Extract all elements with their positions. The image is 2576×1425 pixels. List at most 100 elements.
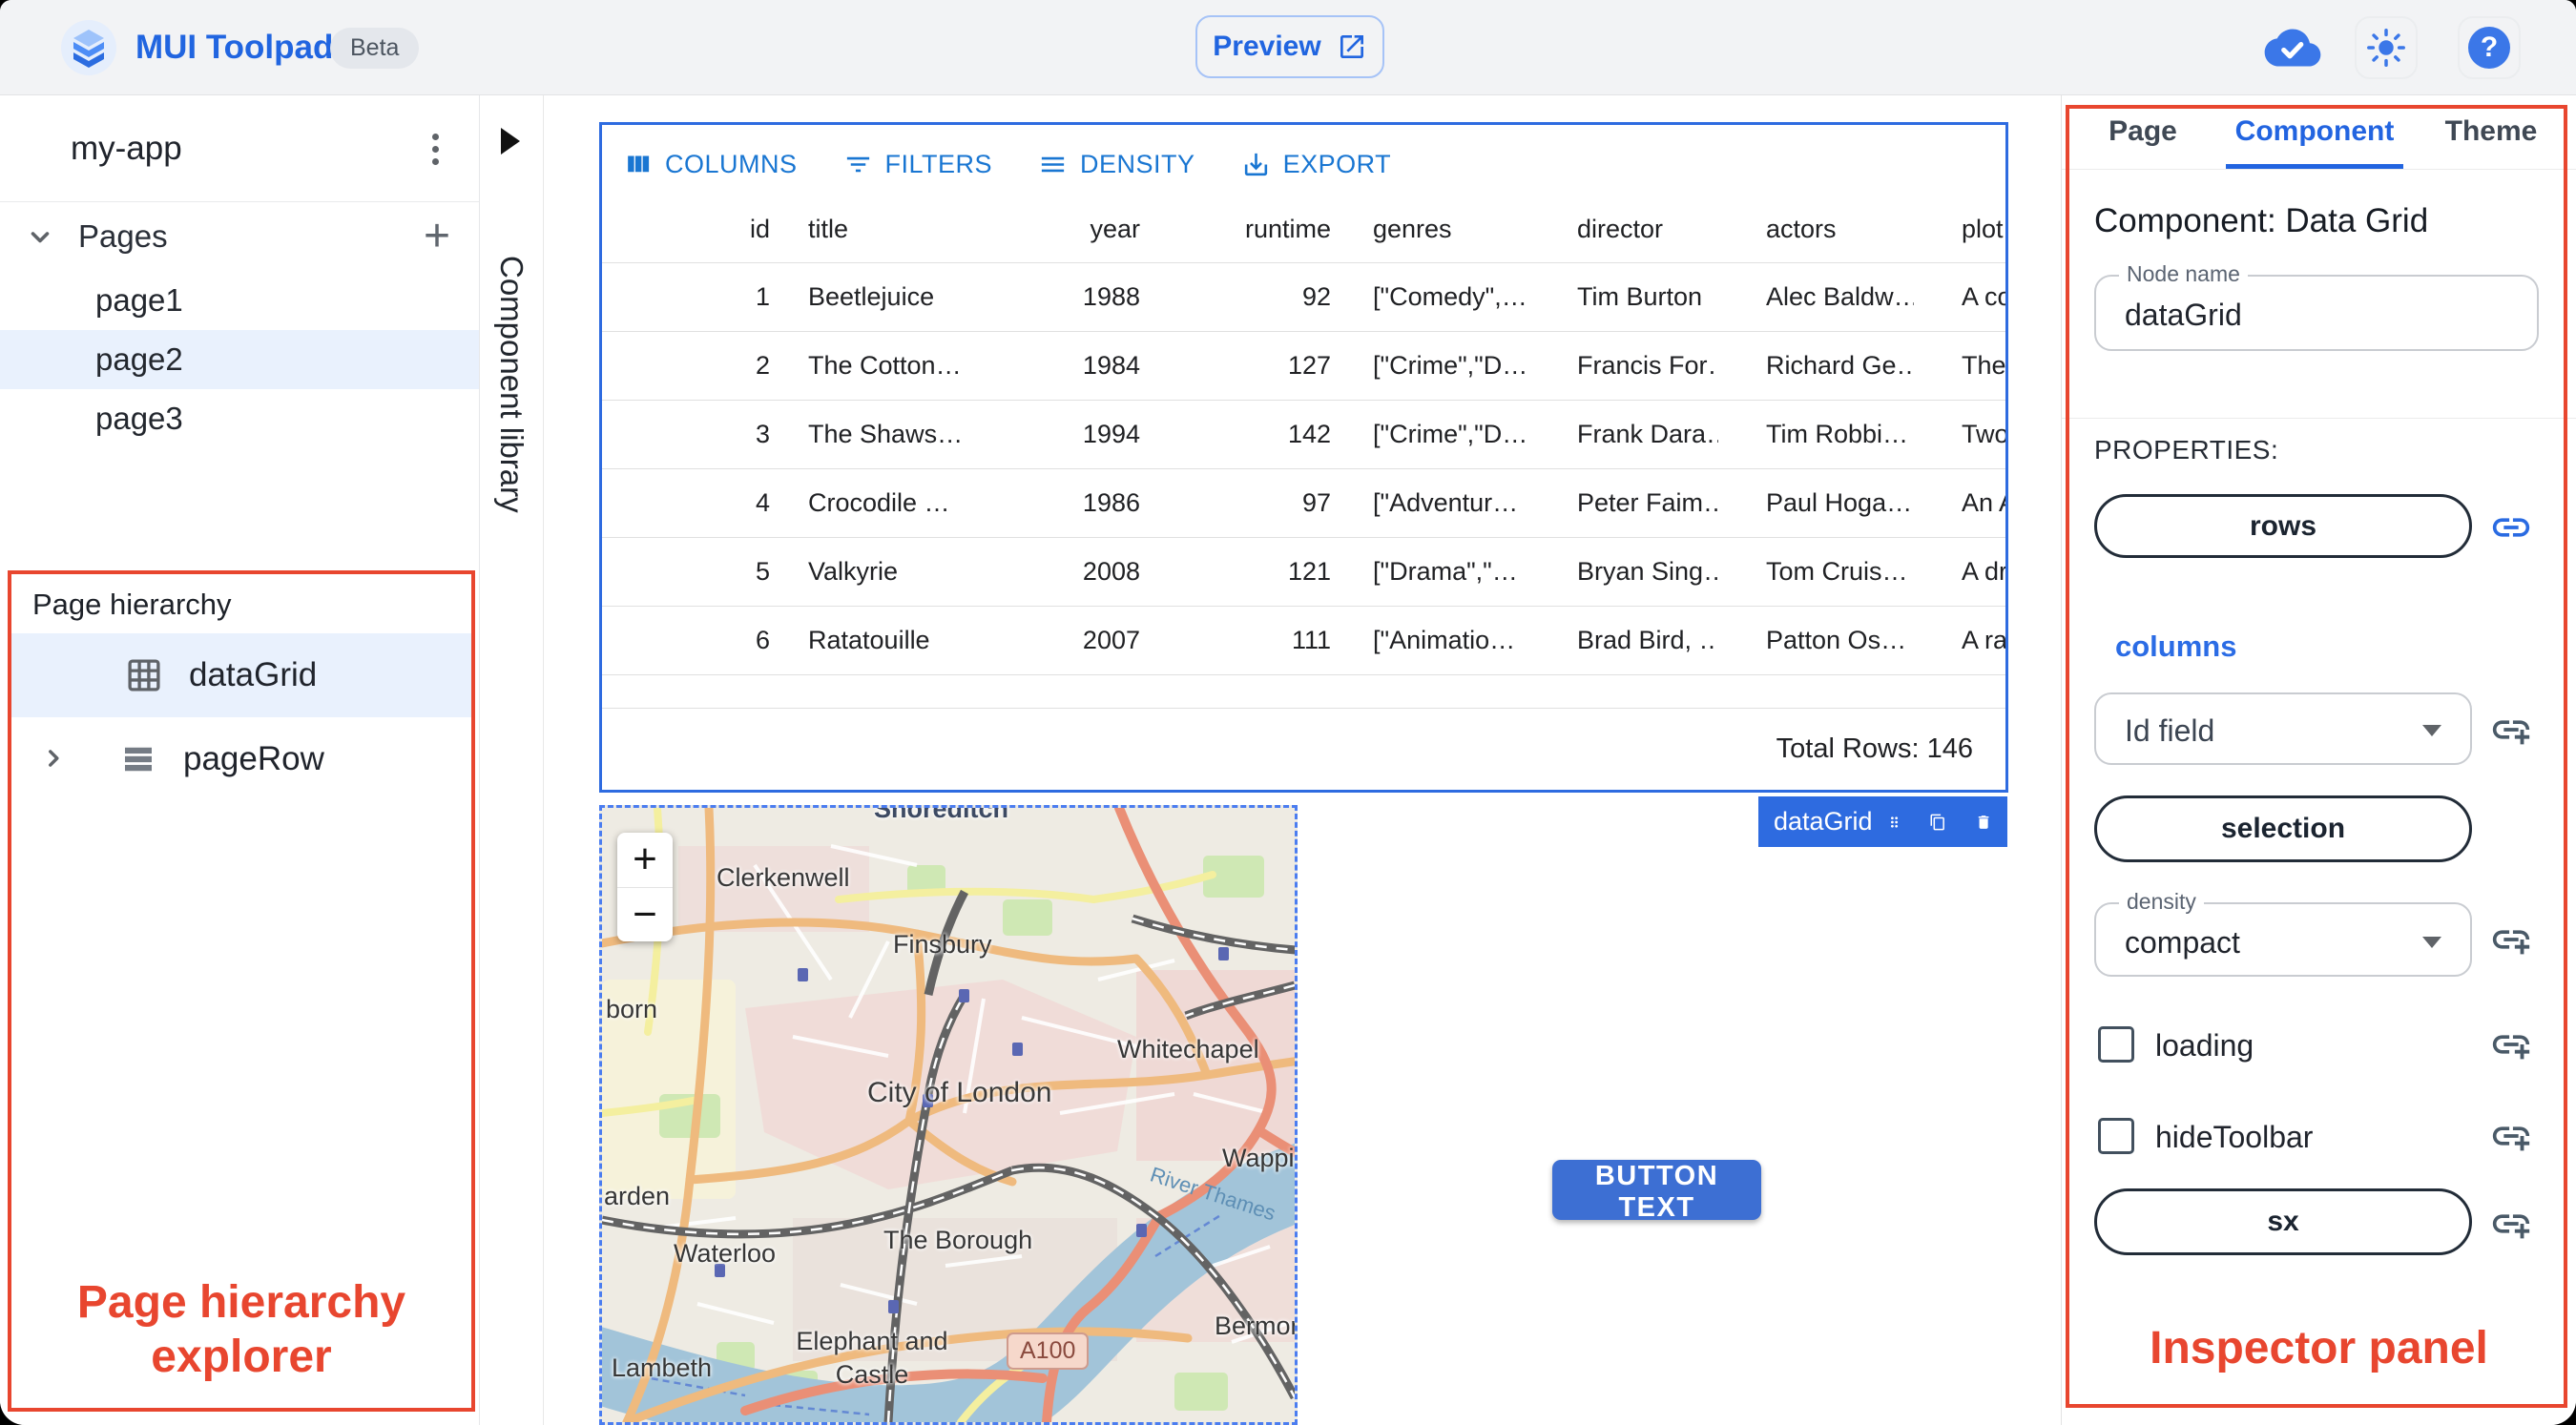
node-name-label: Node name bbox=[2119, 261, 2248, 287]
page-hierarchy-annotation: Page hierarchy explorer bbox=[76, 1277, 406, 1382]
loading-checkbox[interactable] bbox=[2098, 1026, 2134, 1063]
drag-handle-icon[interactable] bbox=[1886, 808, 1902, 836]
density-select[interactable]: density compact bbox=[2094, 889, 2472, 977]
add-binding-icon[interactable] bbox=[2489, 1022, 2533, 1066]
inspector-annotation: Inspector panel bbox=[2150, 1323, 2488, 1373]
data-grid-icon bbox=[124, 655, 164, 695]
map-label: Waterloo bbox=[674, 1239, 777, 1268]
tab-page[interactable]: Page bbox=[2081, 95, 2205, 168]
app-title: MUI Toolpad bbox=[135, 29, 334, 66]
pages-section-header[interactable]: Pages bbox=[0, 202, 479, 271]
map-label: Lambeth bbox=[612, 1353, 713, 1382]
zoom-out-button[interactable]: − bbox=[617, 888, 673, 942]
sidebar-item-page2[interactable]: page2 bbox=[0, 330, 479, 389]
column-header[interactable]: runtime bbox=[1153, 215, 1344, 244]
sidebar: my-app Pages + page1 page2 page3 Page hi… bbox=[0, 95, 480, 1425]
hierarchy-item-pagerow[interactable]: pageRow bbox=[11, 717, 471, 801]
sx-property-button[interactable]: sx bbox=[2094, 1188, 2472, 1255]
add-page-button[interactable]: + bbox=[408, 202, 466, 269]
hidetoolbar-label: hideToolbar bbox=[2155, 1120, 2314, 1154]
column-header[interactable]: title bbox=[783, 215, 1022, 244]
tab-component[interactable]: Component bbox=[2228, 95, 2401, 168]
add-binding-icon[interactable] bbox=[2489, 918, 2533, 961]
datagrid-header-row: id title year runtime genres director ac… bbox=[602, 195, 2005, 263]
table-row[interactable]: 1 Beetlejuice 1988 92 ["Comedy",… Tim Burton A… bbox=[602, 263, 2005, 332]
chevron-right-icon[interactable] bbox=[38, 742, 73, 776]
column-header[interactable]: year bbox=[1022, 215, 1153, 244]
app-menu-kebab-icon[interactable] bbox=[412, 126, 458, 172]
preview-button[interactable]: Preview bbox=[1195, 15, 1384, 78]
table-row[interactable]: 5 Valkyrie 2008 121 ["Drama","… Bryan Sing… To… bbox=[602, 538, 2005, 607]
table-row[interactable]: 6 Ratatouille 2007 111 ["Animatio… Brad Bird,… bbox=[602, 607, 2005, 675]
download-icon bbox=[1241, 150, 1271, 179]
selection-property-button[interactable]: selection bbox=[2094, 795, 2472, 862]
export-button[interactable]: EXPORT bbox=[1241, 150, 1392, 179]
page-hierarchy-title: Page hierarchy bbox=[32, 588, 232, 621]
top-app-bar: MUI Toolpad Beta Preview ? bbox=[0, 0, 2576, 95]
columns-button[interactable]: COLUMNS bbox=[623, 150, 798, 179]
button-component[interactable]: BUTTON TEXT bbox=[1552, 1160, 1761, 1223]
map-label: born bbox=[606, 995, 658, 1023]
delete-icon[interactable] bbox=[1975, 807, 1992, 837]
total-rows-count: Total Rows: 146 bbox=[1776, 733, 1973, 764]
column-header[interactable]: plot bbox=[1914, 215, 2005, 244]
theme-toggle-button[interactable] bbox=[2355, 16, 2418, 79]
map-label: Shoreditch bbox=[874, 805, 1009, 823]
chevron-down-icon bbox=[23, 219, 57, 254]
tab-theme[interactable]: Theme bbox=[2424, 95, 2558, 168]
component-library-label: Component library bbox=[494, 256, 530, 513]
page-item-label: page3 bbox=[95, 401, 183, 436]
datagrid-footer: Total Rows: 146 bbox=[602, 708, 2005, 790]
column-header[interactable]: actors bbox=[1718, 215, 1914, 244]
page-item-label: page1 bbox=[95, 282, 183, 318]
datagrid-component[interactable]: COLUMNS FILTERS DENSITY EXPORT id title … bbox=[599, 122, 2008, 793]
add-binding-icon[interactable] bbox=[2489, 1202, 2533, 1246]
density-button[interactable]: DENSITY bbox=[1038, 150, 1195, 179]
active-tab-indicator bbox=[2226, 164, 2403, 169]
add-binding-icon[interactable] bbox=[2489, 708, 2533, 752]
map-zoom-control: + − bbox=[617, 833, 673, 941]
toolpad-logo-icon bbox=[61, 20, 116, 75]
page-row-icon bbox=[118, 739, 158, 779]
inspector-tabs: Page Component Theme bbox=[2062, 95, 2576, 170]
chevron-down-icon bbox=[2422, 937, 2441, 948]
map-label: City of London bbox=[867, 1077, 1052, 1108]
zoom-in-button[interactable]: + bbox=[617, 833, 673, 888]
duplicate-icon[interactable] bbox=[1929, 807, 1946, 837]
id-field-select[interactable]: Id field bbox=[2094, 692, 2472, 765]
hidetoolbar-checkbox[interactable] bbox=[2098, 1118, 2134, 1154]
rows-property-button[interactable]: rows bbox=[2094, 494, 2472, 558]
app-row: my-app bbox=[0, 95, 479, 202]
density-button-label: DENSITY bbox=[1080, 149, 1195, 178]
help-button[interactable]: ? bbox=[2458, 16, 2521, 79]
hierarchy-item-datagrid[interactable]: dataGrid bbox=[11, 633, 471, 717]
view-column-icon bbox=[623, 150, 653, 179]
map-component[interactable]: Shoreditch Clerkenwell Finsbury born Whi… bbox=[599, 805, 1298, 1425]
datagrid-rows: 1 Beetlejuice 1988 92 ["Comedy",… Tim Burton A… bbox=[602, 263, 2005, 675]
bound-link-icon[interactable] bbox=[2489, 506, 2533, 549]
node-name-field[interactable]: Node name dataGrid bbox=[2094, 261, 2539, 351]
column-header[interactable]: id bbox=[602, 215, 783, 244]
chevron-down-icon bbox=[2422, 725, 2441, 736]
page-item-label: page2 bbox=[95, 341, 183, 377]
page-hierarchy-panel: Page hierarchy dataGrid pageRow Page hie… bbox=[8, 570, 475, 1412]
beta-badge: Beta bbox=[330, 28, 420, 69]
pages-section-label: Pages bbox=[78, 218, 168, 254]
map-label: Clerkenwell bbox=[717, 863, 850, 892]
density-menu-icon bbox=[1038, 150, 1068, 179]
sidebar-item-page1[interactable]: page1 bbox=[0, 271, 479, 330]
column-header[interactable]: director bbox=[1535, 215, 1718, 244]
hierarchy-item-label: pageRow bbox=[183, 740, 324, 777]
table-row[interactable]: 2 The Cotton… 1984 127 ["Crime","D… Francis F… bbox=[602, 332, 2005, 401]
table-row[interactable]: 4 Crocodile … 1986 97 ["Adventur… Peter Faim…… bbox=[602, 469, 2005, 538]
hierarchy-item-label: dataGrid bbox=[189, 656, 318, 693]
table-row[interactable]: 3 The Shaws… 1994 142 ["Crime","D… Frank Dara… bbox=[602, 401, 2005, 469]
sidebar-item-page3[interactable]: page3 bbox=[0, 389, 479, 448]
columns-property-link[interactable]: columns bbox=[2115, 630, 2236, 664]
column-header[interactable]: genres bbox=[1344, 215, 1535, 244]
add-binding-icon[interactable] bbox=[2489, 1114, 2533, 1158]
filters-button[interactable]: FILTERS bbox=[843, 150, 993, 179]
expand-library-arrow-icon[interactable] bbox=[501, 128, 520, 155]
filter-list-icon bbox=[843, 150, 873, 179]
component-heading: Component: Data Grid bbox=[2094, 202, 2429, 239]
